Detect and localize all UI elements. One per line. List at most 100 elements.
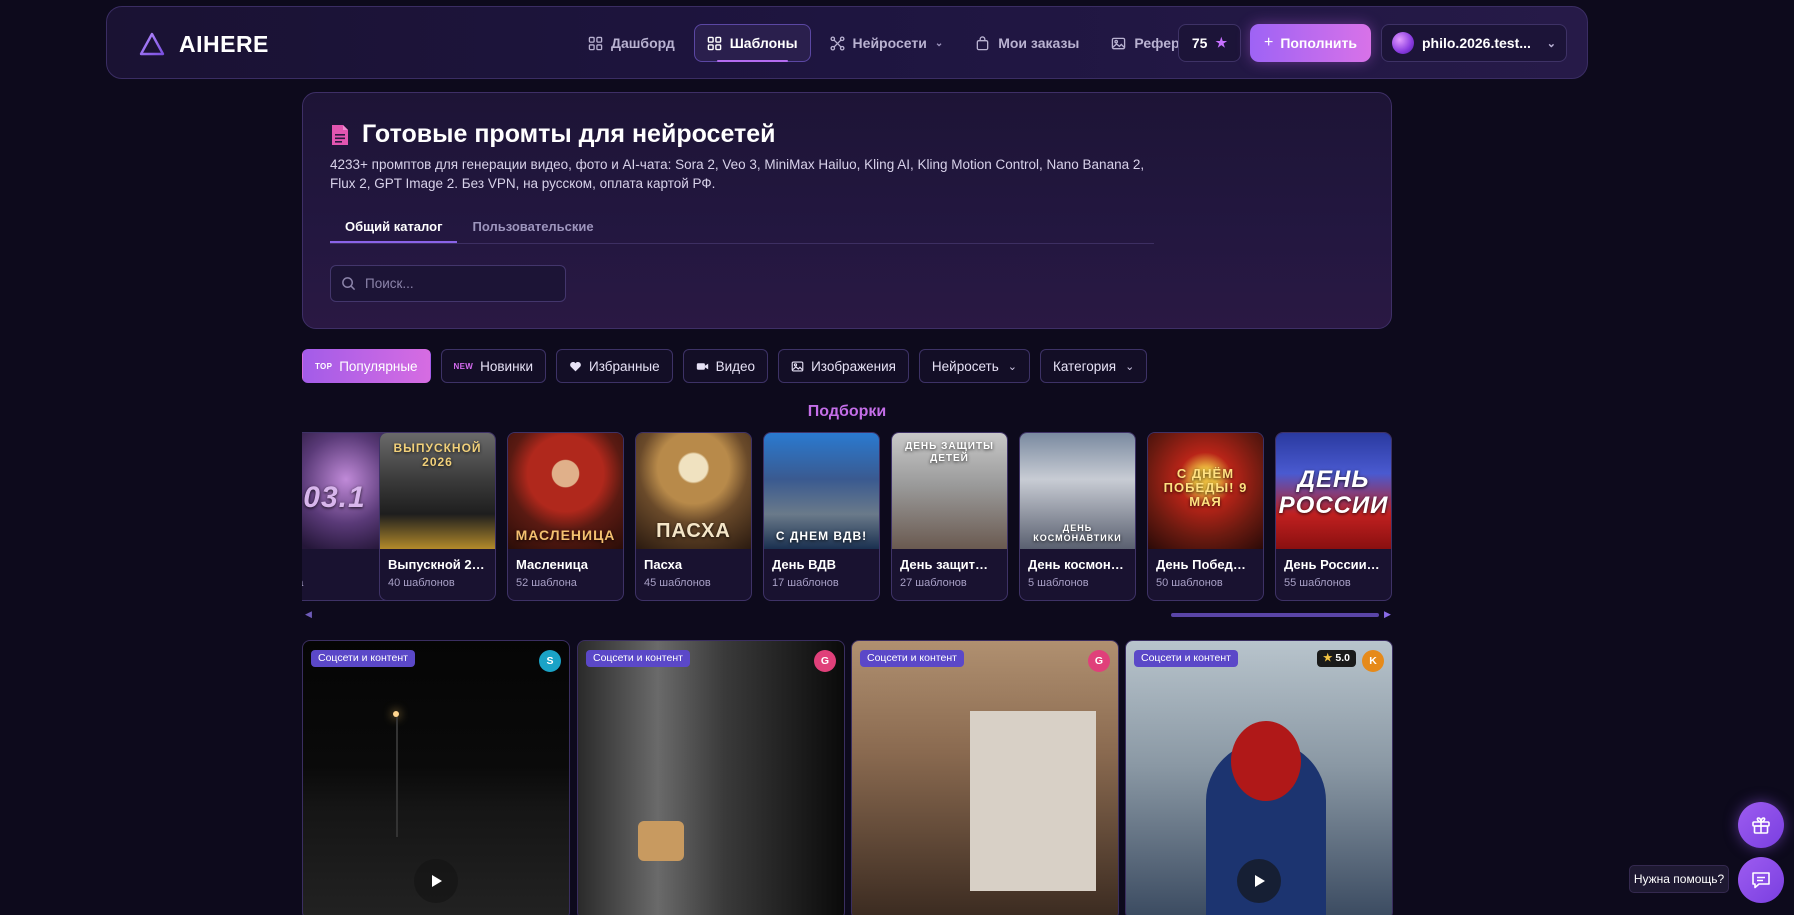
chevron-down-icon: ⌄	[1125, 360, 1135, 373]
filter-popular-label: Популярные	[339, 358, 418, 374]
top-navbar: AIHERE Дашборд Шаблоны Нейросети ⌄ Мои з…	[106, 6, 1588, 79]
filter-category-dropdown[interactable]: Категория ⌄	[1039, 349, 1148, 383]
collection-card[interactable]: С ДНЕМ ВДВ! День ВДВ 17 шаблонов	[763, 432, 880, 601]
page-description: 4233+ промптов для генерации видео, фото…	[330, 157, 1145, 191]
scroll-right-arrow-icon[interactable]: ▶	[1384, 609, 1391, 620]
nav-orders[interactable]: Мои заказы	[962, 24, 1092, 62]
filter-video[interactable]: Видео	[682, 349, 769, 383]
collection-name: Пасха	[644, 557, 683, 572]
collection-card[interactable]: ПАСХА Пасха 45 шаблонов	[635, 432, 752, 601]
chevron-down-icon: ⌄	[934, 37, 944, 49]
avatar	[1392, 32, 1414, 54]
hero-card: Готовые промты для нейросетей 4233+ пром…	[302, 92, 1392, 329]
help-tooltip: Нужна помощь?	[1629, 865, 1729, 893]
template-card[interactable]: Соцсети и контент ★ 5.0 K	[1125, 640, 1393, 915]
chat-button[interactable]	[1738, 857, 1784, 903]
collection-name: Выпускной 20...	[388, 557, 490, 572]
tab-user-templates[interactable]: Пользовательские	[457, 212, 608, 243]
filter-new[interactable]: NEW Новинки	[440, 349, 546, 383]
template-card[interactable]: Соцсети и контент G	[851, 640, 1119, 915]
search-input[interactable]	[365, 276, 545, 291]
chat-icon	[1752, 872, 1770, 889]
play-button[interactable]	[1237, 859, 1281, 903]
collection-image: ПАСХА	[636, 433, 751, 549]
filter-network-dropdown[interactable]: Нейросеть ⌄	[918, 349, 1030, 383]
model-badge: K	[1362, 650, 1384, 672]
filter-video-label: Видео	[715, 358, 756, 374]
collection-count: 45 шаблонов	[644, 577, 711, 589]
collection-count: 5 шаблонов	[1028, 577, 1089, 589]
filter-favorites[interactable]: Избранные	[556, 349, 673, 383]
page-title: Готовые промты для нейросетей	[362, 120, 776, 148]
door	[970, 711, 1096, 891]
play-button[interactable]	[414, 859, 458, 903]
collection-image: С ДНЁМ ПОБЕДЫ! 9 МАЯ	[1148, 433, 1263, 549]
nav-networks[interactable]: Нейросети ⌄	[817, 24, 957, 62]
collection-image: ДЕНЬ ЗАЩИТЫ ДЕТЕЙ	[892, 433, 1007, 549]
search-icon	[342, 277, 356, 291]
rating-value: 5.0	[1335, 652, 1350, 664]
collection-art-text: С ДНЕМ ВДВ!	[775, 529, 868, 543]
collection-count: 55 шаблонов	[1284, 577, 1351, 589]
model-badge: G	[1088, 650, 1110, 672]
heart-icon	[570, 361, 581, 371]
category-badge: Соцсети и контент	[586, 650, 690, 667]
collection-card[interactable]: ДЕНЬ ЗАЩИТЫ ДЕТЕЙ День защиты ... 27 шаб…	[891, 432, 1008, 601]
bag-icon	[976, 35, 989, 50]
chevron-down-icon: ⌄	[1007, 360, 1017, 373]
network-icon	[830, 35, 845, 51]
template-card[interactable]: Соцсети и контент G	[577, 640, 845, 915]
collection-count: 27 шаблонов	[900, 577, 967, 589]
topup-button[interactable]: + Пополнить	[1250, 24, 1371, 62]
collection-card[interactable]: МАСЛЕНИЦА Масленица 52 шаблона	[507, 432, 624, 601]
collection-card[interactable]: С ДНЁМ ПОБЕДЫ! 9 МАЯ День Победы ... 50 …	[1147, 432, 1264, 601]
category-badge: Соцсети и контент	[860, 650, 964, 667]
rating-badge: ★ 5.0	[1317, 650, 1356, 667]
collection-count: 17 шаблонов	[772, 577, 839, 589]
video-icon	[696, 362, 708, 370]
collection-name: День России | ...	[1284, 557, 1389, 572]
collection-card[interactable]: ДЕНЬ КОСМОНАВТИКИ День космона... 5 шабл…	[1019, 432, 1136, 601]
star-icon: ★	[1323, 652, 1333, 664]
filter-favorites-label: Избранные	[589, 358, 660, 374]
collection-count: 52 шаблона	[516, 577, 577, 589]
nav-templates-label: Шаблоны	[729, 35, 798, 51]
filter-popular[interactable]: TOP Популярные	[302, 349, 431, 383]
plus-icon: +	[1263, 34, 1274, 51]
template-card[interactable]: Соцсети и контент S	[302, 640, 570, 915]
gift-icon	[1752, 817, 1770, 834]
brand-logo[interactable]: AIHERE	[139, 31, 269, 58]
collection-image: ДЕНЬ КОСМОНАВТИКИ	[1020, 433, 1135, 549]
filter-images-label: Изображения	[811, 358, 896, 374]
collection-art-text: МАСЛЕНИЦА	[515, 527, 616, 543]
nav-templates[interactable]: Шаблоны	[693, 24, 811, 62]
collection-art-text: ВЫПУСКНОЙ 2026	[393, 441, 482, 469]
search-box	[330, 265, 566, 302]
collection-card[interactable]: ВЫПУСКНОЙ 2026 Выпускной 20... 40 шаблон…	[379, 432, 496, 601]
topup-label: Пополнить	[1280, 35, 1358, 51]
nav-dashboard-label: Дашборд	[611, 35, 675, 51]
image-icon	[1112, 37, 1126, 49]
gift-button[interactable]	[1738, 802, 1784, 848]
collection-count: 50 шаблонов	[1156, 577, 1223, 589]
filter-images[interactable]: Изображения	[778, 349, 909, 383]
user-menu[interactable]: philo.2026.test... ⌄	[1381, 24, 1567, 62]
collection-art-text: ПАСХА	[656, 520, 731, 542]
credits-balance[interactable]: 75 ★	[1178, 24, 1241, 62]
nav-dashboard[interactable]: Дашборд	[575, 24, 688, 62]
collections-carousel: 03.1 она ВЫПУСКНОЙ 2026 Выпускной 20... …	[302, 432, 1392, 602]
scroll-left-arrow-icon[interactable]: ◀	[305, 609, 312, 620]
tab-general-catalog[interactable]: Общий каталог	[330, 212, 458, 243]
dashboard-icon	[588, 36, 603, 50]
document-icon	[332, 124, 348, 145]
collection-card[interactable]: ДЕНЬ РОССИИ День России | ... 55 шаблоно…	[1275, 432, 1392, 601]
filter-new-label: Новинки	[480, 358, 533, 374]
nav-orders-label: Мои заказы	[998, 35, 1080, 51]
model-badge: S	[539, 650, 561, 672]
play-icon	[432, 875, 442, 887]
carousel-scrollbar[interactable]	[1171, 613, 1379, 617]
top-tag: TOP	[315, 361, 333, 371]
username: philo.2026.test...	[1422, 35, 1531, 51]
grid-icon	[707, 36, 722, 50]
collection-image: С ДНЕМ ВДВ!	[764, 433, 879, 549]
